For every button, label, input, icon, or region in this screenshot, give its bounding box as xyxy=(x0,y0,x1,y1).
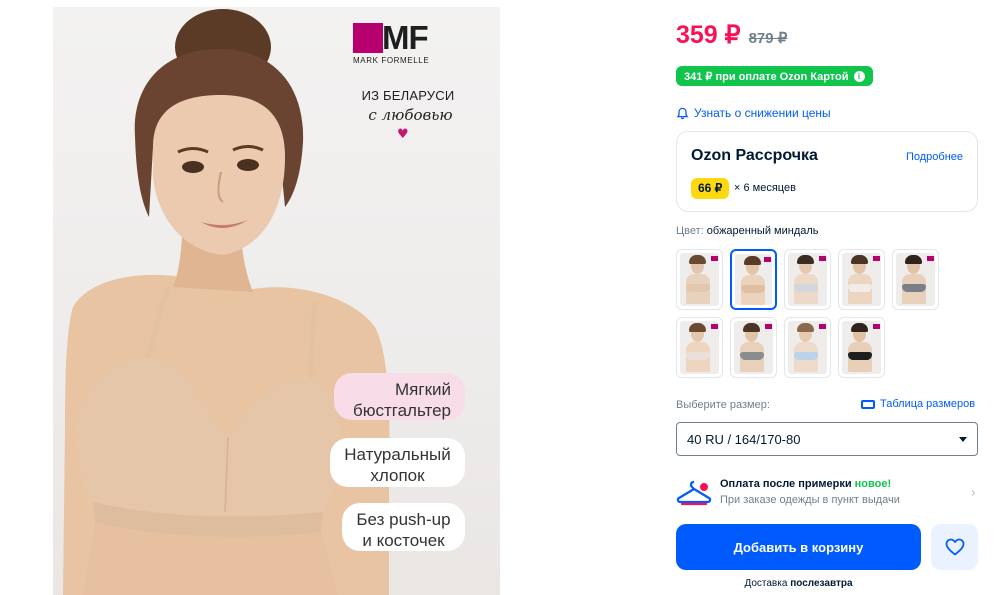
color-swatch[interactable] xyxy=(784,317,831,378)
feature-line: Без push-up xyxy=(356,510,451,529)
size-select[interactable]: 40 RU / 164/170-80 xyxy=(676,422,978,456)
old-price: 879 ₽ xyxy=(748,30,788,47)
ozon-card-price-text: 341 ₽ при оплате Ozon Картой xyxy=(684,70,849,83)
logo-square xyxy=(353,22,383,53)
heart-icon: ♥ xyxy=(397,127,409,142)
delivery-info: Доставка послезавтра xyxy=(676,578,921,589)
installment-more-link[interactable]: Подробнее xyxy=(906,151,963,163)
brand-logo: MF MARK FORMELLE xyxy=(353,21,457,65)
color-label-title: Цвет: xyxy=(676,225,704,237)
delivery-label: Доставка xyxy=(744,578,788,589)
favorite-button[interactable] xyxy=(931,524,978,570)
product-page: MF MARK FORMELLE ИЗ БЕЛАРУСИ с любовью ♥… xyxy=(0,0,1000,595)
feature-line: Натуральный xyxy=(344,445,451,464)
ozon-card-price-badge[interactable]: 341 ₽ при оплате Ozon Картой i xyxy=(676,66,873,86)
feature-line: Мягкий xyxy=(395,380,451,399)
chevron-right-icon: › xyxy=(970,486,976,501)
color-swatch[interactable] xyxy=(892,249,939,310)
color-swatch[interactable] xyxy=(730,249,777,310)
bell-icon xyxy=(676,107,689,119)
color-swatch[interactable] xyxy=(838,249,885,310)
color-label: Цвет: обжаренный миндаль xyxy=(676,225,819,237)
feature-line: бюстгальтер xyxy=(352,401,451,420)
logo-letters: MF xyxy=(382,19,429,56)
feature-line: хлопок xyxy=(370,466,425,485)
size-table-link[interactable]: Таблица размеров xyxy=(861,398,975,410)
delivery-value: послезавтра xyxy=(790,578,853,589)
hanger-icon xyxy=(676,480,712,506)
with-love-text: с любовью xyxy=(368,106,453,124)
try-on-title-text: Оплата после примерки xyxy=(720,478,852,490)
try-on-subtitle: При заказе одежды в пункт выдачи xyxy=(720,494,900,506)
feature-bubble-cotton: Натуральный хлопок xyxy=(330,438,465,487)
current-price: 359 ₽ xyxy=(676,21,741,49)
size-label: Выберите размер: xyxy=(676,399,770,411)
installment-card[interactable]: Ozon Рассрочка Подробнее 66 ₽ × 6 месяце… xyxy=(676,131,978,212)
info-icon[interactable]: i xyxy=(853,70,865,82)
feature-bubble-no-pushup: Без push-up и косточек xyxy=(342,503,465,551)
installment-amount: 66 ₽ xyxy=(691,178,730,199)
price-drop-alert-text: Узнать о снижении цены xyxy=(694,106,831,120)
color-swatch[interactable] xyxy=(730,317,777,378)
caret-down-icon xyxy=(959,436,967,442)
feature-bubble-soft: Мягкий бюстгальтер xyxy=(334,373,465,420)
from-belarus-text: ИЗ БЕЛАРУСИ xyxy=(361,88,455,103)
logo-name: MARK FORMELLE xyxy=(353,56,430,65)
try-on-new-badge: новое! xyxy=(854,478,892,490)
size-selected-value: 40 RU / 164/170-80 xyxy=(687,431,801,447)
feature-line: и косточек xyxy=(362,531,445,550)
color-swatch[interactable] xyxy=(676,317,723,378)
heart-outline-icon xyxy=(945,538,964,556)
ruler-icon xyxy=(861,399,875,409)
installment-title: Ozon Рассрочка xyxy=(691,147,818,164)
product-photo[interactable]: MF MARK FORMELLE ИЗ БЕЛАРУСИ с любовью ♥… xyxy=(53,7,500,595)
color-swatch[interactable] xyxy=(784,249,831,310)
try-on-banner[interactable]: Оплата после примерки новое! При заказе … xyxy=(676,474,978,514)
try-on-title: Оплата после примерки новое! xyxy=(720,478,891,490)
size-table-text: Таблица размеров xyxy=(880,398,976,410)
color-value: обжаренный миндаль xyxy=(706,225,819,237)
add-to-cart-button[interactable]: Добавить в корзину xyxy=(676,524,921,570)
color-swatch[interactable] xyxy=(676,249,723,310)
color-swatch[interactable] xyxy=(838,317,885,378)
price-drop-alert-link[interactable]: Узнать о снижении цены xyxy=(676,106,831,120)
installment-term: × 6 месяцев xyxy=(734,182,796,194)
price-row: 359 ₽ 879 ₽ xyxy=(676,20,787,52)
